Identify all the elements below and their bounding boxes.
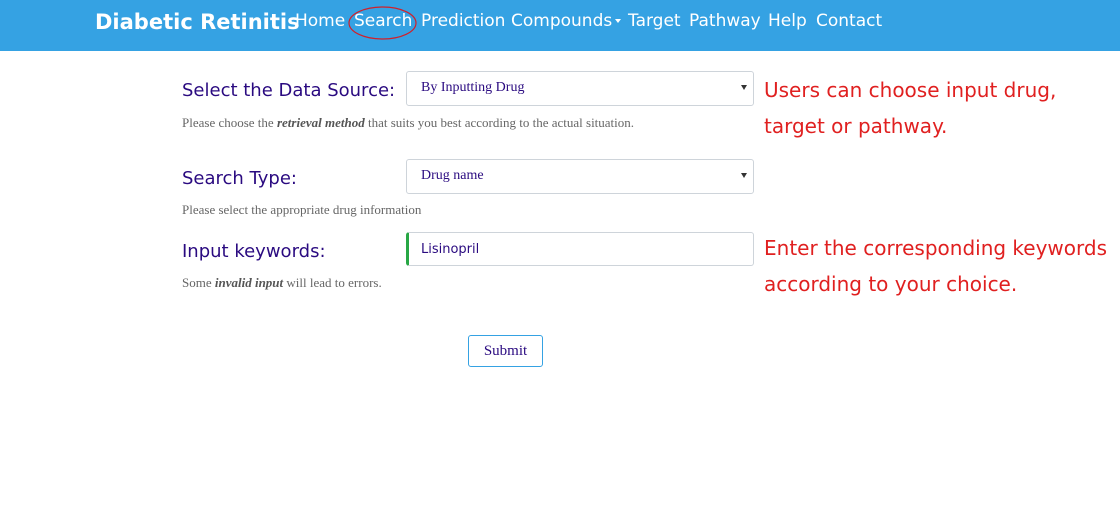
nav-compounds[interactable]: Compounds [511, 11, 622, 31]
chevron-down-icon [615, 19, 622, 23]
search-type-selected-value: Drug name [421, 168, 484, 183]
keywords-help: Some invalid input will lead to errors. [182, 275, 382, 291]
help-text: that suits you best according to the act… [364, 115, 635, 130]
annotation-line: Enter the corresponding keywords [764, 236, 1108, 260]
help-text: Some [182, 275, 215, 290]
nav-contact[interactable]: Contact [816, 11, 882, 31]
help-text: will lead to errors. [283, 275, 382, 290]
help-emphasis: retrieval method [276, 115, 365, 130]
nav-help[interactable]: Help [768, 11, 807, 31]
select-arrow-icon [741, 173, 747, 178]
keywords-input[interactable] [406, 232, 754, 266]
search-highlight-ellipse [348, 6, 417, 40]
submit-button[interactable]: Submit [468, 335, 543, 367]
search-type-help: Please select the appropriate drug infor… [182, 202, 422, 217]
data-source-label: Select the Data Source: [182, 80, 396, 101]
top-navbar: Diabetic Retinitis Home Search Predictio… [0, 0, 1120, 51]
help-text: Please choose the [182, 115, 277, 130]
annotation-data-source: Users can choose input drug, target or p… [764, 72, 1056, 144]
data-source-help: Please choose the retrieval method that … [182, 115, 634, 131]
nav-home[interactable]: Home [295, 11, 345, 31]
help-emphasis: invalid input [214, 275, 284, 290]
data-source-select[interactable]: By Inputting Drug [406, 71, 754, 106]
annotation-line: Users can choose input drug, [764, 78, 1057, 102]
nav-pathway[interactable]: Pathway [689, 11, 761, 31]
keywords-label: Input keywords: [182, 241, 326, 262]
annotation-line: target or pathway. [764, 114, 948, 138]
search-type-select[interactable]: Drug name [406, 159, 754, 194]
annotation-line: according to your choice. [764, 272, 1018, 296]
site-brand[interactable]: Diabetic Retinitis [95, 10, 300, 34]
nav-compounds-label: Compounds [511, 11, 613, 31]
nav-prediction[interactable]: Prediction [421, 11, 505, 31]
search-type-label: Search Type: [182, 168, 297, 189]
nav-target[interactable]: Target [628, 11, 681, 31]
select-arrow-icon [741, 85, 747, 90]
annotation-keywords: Enter the corresponding keywords accordi… [764, 230, 1107, 302]
data-source-selected-value: By Inputting Drug [421, 80, 525, 95]
